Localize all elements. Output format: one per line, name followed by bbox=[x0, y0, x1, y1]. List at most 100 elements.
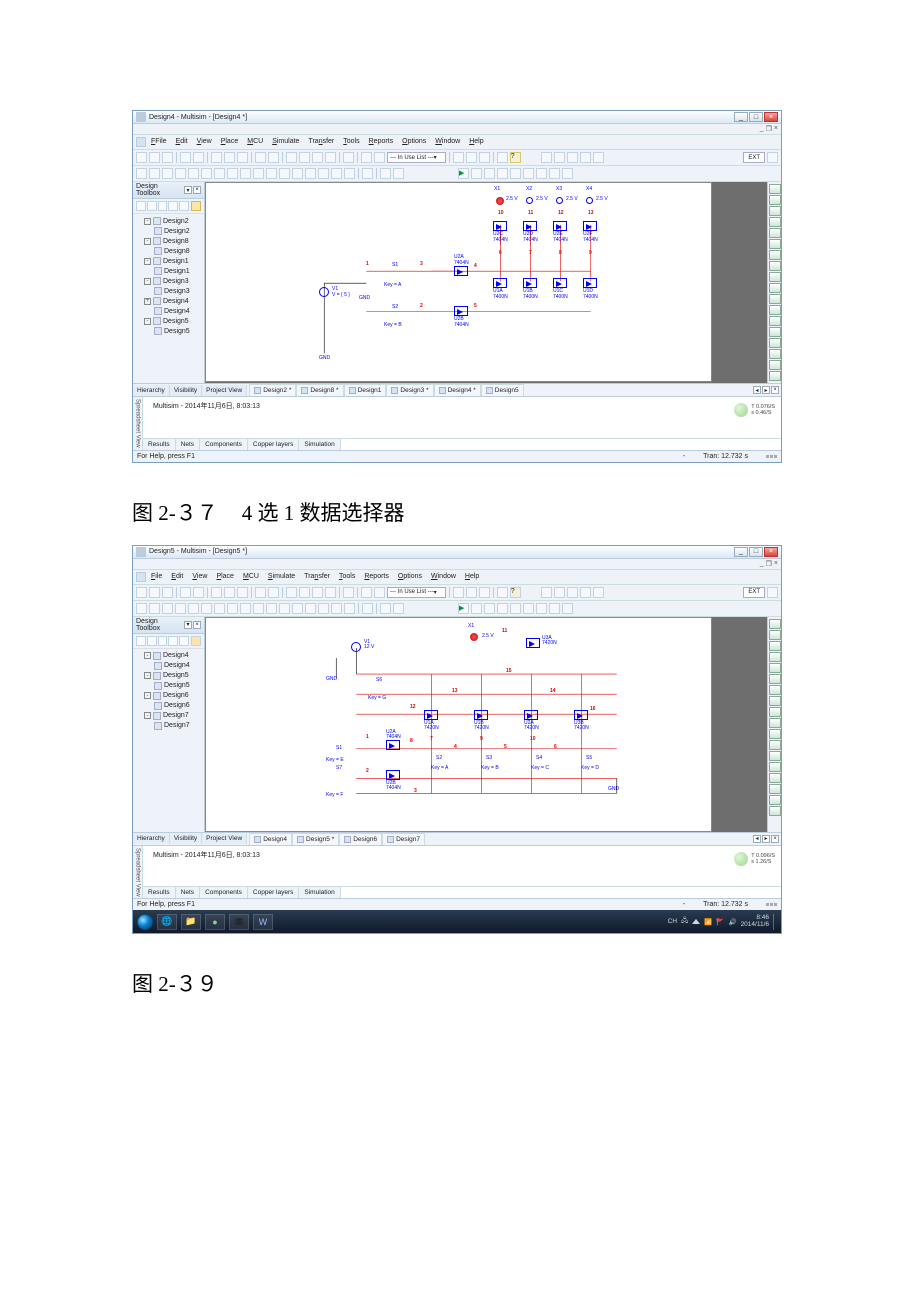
instrument-na[interactable] bbox=[769, 762, 781, 772]
open-button[interactable] bbox=[149, 152, 160, 163]
tb-d[interactable] bbox=[325, 152, 336, 163]
task-ie[interactable]: 🌐 bbox=[157, 914, 177, 930]
tab[interactable]: Design8 * bbox=[296, 384, 343, 396]
tb-g[interactable] bbox=[374, 152, 385, 163]
tab[interactable]: Design6 bbox=[339, 833, 382, 845]
task-browser[interactable]: ● bbox=[205, 914, 225, 930]
comp-conn[interactable] bbox=[305, 603, 316, 614]
comp-ind[interactable] bbox=[253, 603, 264, 614]
help-button[interactable]: ? bbox=[510, 587, 521, 598]
spreadsheet-label[interactable]: Spreadsheet View bbox=[133, 397, 143, 450]
title-bar[interactable]: Design4 - Multisim - [Design4 *] _ □ × bbox=[133, 111, 781, 124]
sim-int-button[interactable] bbox=[510, 168, 521, 179]
menu-simulate[interactable]: Simulate bbox=[264, 572, 299, 582]
sim-b-button[interactable] bbox=[536, 168, 547, 179]
copy-button[interactable] bbox=[224, 587, 235, 598]
menu-window[interactable]: Window bbox=[427, 572, 460, 582]
menu-bar[interactable]: File Edit View Place MCU Simulate Transf… bbox=[133, 570, 781, 585]
maximize-button[interactable]: □ bbox=[749, 547, 763, 557]
sim-int-button[interactable] bbox=[510, 603, 521, 614]
tree-item[interactable]: -Design5 bbox=[136, 671, 201, 681]
doc-tab-next[interactable]: ▸ bbox=[762, 386, 770, 394]
tree-item[interactable]: Design4 bbox=[136, 661, 201, 671]
print-button[interactable] bbox=[180, 587, 191, 598]
instrument-osc[interactable] bbox=[769, 217, 781, 227]
tb-f[interactable] bbox=[361, 152, 372, 163]
tree-item[interactable]: Design1 bbox=[136, 266, 201, 276]
zoom-fit-button[interactable] bbox=[580, 152, 591, 163]
menu-tools[interactable]: Tools bbox=[335, 572, 359, 582]
find-button[interactable] bbox=[497, 587, 508, 598]
instrument-iv[interactable] bbox=[769, 729, 781, 739]
probe-p[interactable] bbox=[393, 168, 404, 179]
tb-e[interactable] bbox=[343, 152, 354, 163]
toolbox-close-icon[interactable]: × bbox=[193, 186, 201, 194]
sim-c-button[interactable] bbox=[549, 603, 560, 614]
instrument-ag[interactable] bbox=[769, 773, 781, 783]
tab[interactable]: Results bbox=[143, 439, 176, 450]
tree-item[interactable]: -Design7 bbox=[136, 711, 201, 721]
clock[interactable]: 8:46 2014/11/6 bbox=[741, 915, 769, 929]
tb-h[interactable] bbox=[453, 152, 464, 163]
tb-open2[interactable] bbox=[147, 636, 157, 646]
zoom-area-button[interactable] bbox=[567, 152, 578, 163]
instrument-da[interactable] bbox=[769, 305, 781, 315]
instrument-lc[interactable] bbox=[769, 718, 781, 728]
tb-save2[interactable] bbox=[158, 201, 168, 211]
task-explorer[interactable]: 📁 bbox=[181, 914, 201, 930]
tree-item[interactable]: Design4 bbox=[136, 306, 201, 316]
expand-icon[interactable]: - bbox=[144, 692, 151, 699]
instrument-mm[interactable] bbox=[769, 184, 781, 194]
zoom-in-button[interactable] bbox=[541, 587, 552, 598]
tab[interactable]: Components bbox=[200, 439, 248, 450]
instrument-bp[interactable] bbox=[769, 239, 781, 249]
instrument-lv[interactable] bbox=[769, 795, 781, 805]
tab[interactable]: Design1 bbox=[344, 384, 387, 396]
instrument-cp[interactable] bbox=[769, 806, 781, 816]
mdi-close-icon[interactable]: × bbox=[774, 560, 778, 568]
sim-d-button[interactable] bbox=[562, 168, 573, 179]
menu-help[interactable]: Help bbox=[461, 572, 483, 582]
tb-new[interactable] bbox=[136, 636, 146, 646]
new-button[interactable] bbox=[136, 152, 147, 163]
tb-b2[interactable] bbox=[179, 201, 189, 211]
close-button[interactable]: × bbox=[764, 547, 778, 557]
probe-v[interactable] bbox=[362, 603, 373, 614]
tab[interactable]: Design2 * bbox=[249, 384, 296, 396]
sim-run-button[interactable]: ▶ bbox=[458, 603, 469, 614]
comp-transistor[interactable] bbox=[175, 168, 186, 179]
ext-button[interactable]: EXT bbox=[743, 587, 765, 598]
show-desktop-button[interactable] bbox=[773, 914, 777, 930]
tab[interactable]: Results bbox=[143, 887, 176, 898]
tb-new[interactable] bbox=[136, 201, 146, 211]
redo-button[interactable] bbox=[268, 152, 279, 163]
tb-b2[interactable] bbox=[179, 636, 189, 646]
toolbox-close-icon[interactable]: × bbox=[193, 621, 201, 629]
comp-analog[interactable] bbox=[188, 603, 199, 614]
tree-item[interactable]: Design5 bbox=[136, 681, 201, 691]
menu-file[interactable]: File bbox=[147, 572, 166, 582]
new-button[interactable] bbox=[136, 587, 147, 598]
cut-button[interactable] bbox=[211, 152, 222, 163]
mdi-close-icon[interactable]: × bbox=[774, 125, 778, 133]
instrument-fc[interactable] bbox=[769, 685, 781, 695]
instrument-osc[interactable] bbox=[769, 652, 781, 662]
tree-item[interactable]: -Design2 bbox=[136, 216, 201, 226]
comp-cmos[interactable] bbox=[214, 603, 225, 614]
instrument-fc[interactable] bbox=[769, 250, 781, 260]
instrument-sa[interactable] bbox=[769, 751, 781, 761]
comp-power[interactable] bbox=[266, 603, 277, 614]
close-button[interactable]: × bbox=[764, 112, 778, 122]
instrument-wm[interactable] bbox=[769, 641, 781, 651]
tab[interactable]: Design4 bbox=[249, 833, 292, 845]
mdi-min-icon[interactable]: _ bbox=[760, 560, 764, 568]
in-use-list-combo[interactable]: --- In Use List ---▾ bbox=[387, 587, 446, 598]
doc-tab-close[interactable]: × bbox=[771, 386, 779, 394]
tab[interactable]: Components bbox=[200, 887, 248, 898]
tb-b[interactable] bbox=[299, 587, 310, 598]
menu-reports[interactable]: Reports bbox=[360, 572, 393, 582]
instrument-mm[interactable] bbox=[769, 619, 781, 629]
menu-transfer[interactable]: Transfer bbox=[304, 137, 338, 147]
expand-icon[interactable]: + bbox=[144, 298, 151, 305]
menu-place[interactable]: Place bbox=[212, 572, 238, 582]
